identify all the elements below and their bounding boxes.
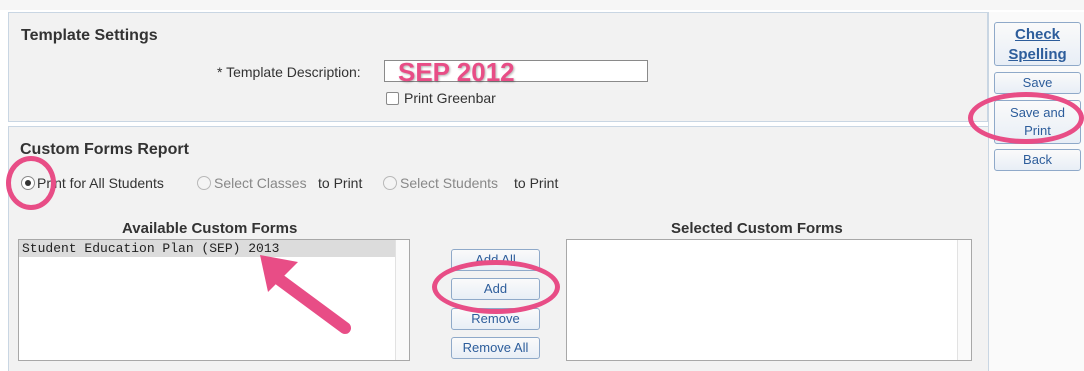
highlight-circle-add — [432, 260, 560, 314]
select-classes-label: Select Classes — [214, 175, 307, 191]
selected-forms-title: Selected Custom Forms — [671, 220, 843, 237]
check-spelling-button[interactable]: Check Spelling — [994, 22, 1081, 66]
available-forms-title: Available Custom Forms — [122, 220, 298, 237]
select-students-label: Select Students — [400, 175, 499, 191]
highlight-circle-radio — [6, 156, 56, 210]
select-classes-radio[interactable] — [197, 176, 211, 190]
check-spelling-line2: Spelling — [1008, 46, 1067, 63]
back-button[interactable]: Back — [994, 149, 1081, 171]
highlight-circle-save-print — [968, 92, 1084, 144]
select-students-radio[interactable] — [383, 176, 397, 190]
print-greenbar-label: Print Greenbar — [404, 90, 496, 106]
action-rail: Check Spelling Save Save and Print Back — [988, 12, 1084, 371]
selected-list-scrollbar[interactable] — [957, 240, 971, 360]
template-settings-title: Template Settings — [21, 27, 158, 44]
select-classes-suffix: to Print — [318, 175, 363, 191]
template-description-label: * Template Description: — [217, 64, 361, 80]
template-description-value: SEP 2012 — [398, 57, 515, 87]
remove-all-button[interactable]: Remove All — [451, 337, 540, 359]
check-spelling-line1: Check — [1014, 26, 1061, 43]
annotation-arrow-icon — [260, 255, 351, 334]
print-greenbar-checkbox[interactable] — [386, 92, 399, 105]
save-button[interactable]: Save — [994, 72, 1081, 94]
selected-forms-list[interactable] — [566, 239, 972, 361]
select-students-suffix: to Print — [514, 175, 559, 191]
top-strip — [0, 0, 1084, 10]
custom-forms-title: Custom Forms Report — [20, 141, 189, 158]
available-list-scrollbar[interactable] — [395, 240, 409, 360]
print-all-students-label: Print for All Students — [37, 175, 164, 191]
